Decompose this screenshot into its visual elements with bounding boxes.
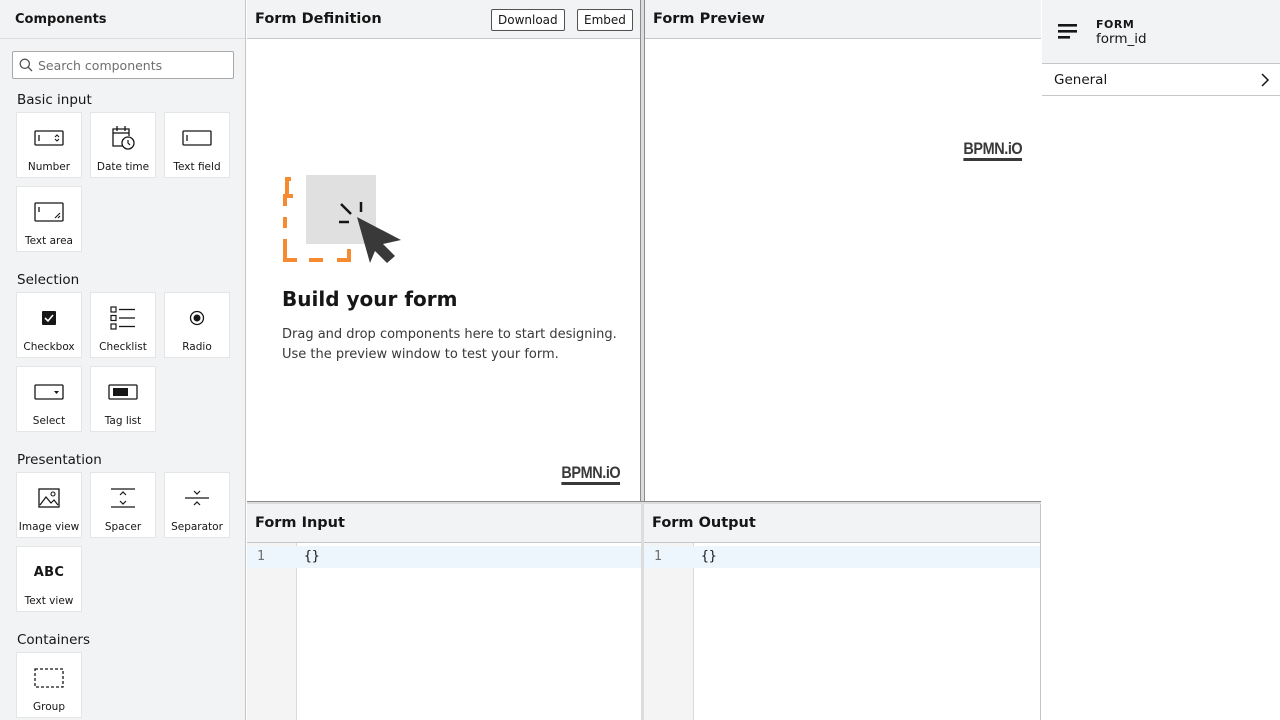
checklist-icon — [110, 306, 135, 330]
palette-item-label: Select — [32, 415, 66, 427]
textarea-icon — [34, 202, 64, 222]
code-text: {} — [701, 549, 717, 564]
palette-item-textview[interactable]: ABC Text view — [16, 546, 82, 612]
palette-item-label: Radio — [182, 341, 212, 353]
palette-item-label: Text field — [173, 161, 221, 173]
textfield-icon — [182, 130, 212, 146]
component-palette: Components Basic input Number Date time … — [0, 0, 246, 720]
form-output-panel: Form Output 1 {} — [644, 504, 1041, 720]
empty-state-line-2: Use the preview window to test your form… — [282, 347, 559, 362]
datetime-icon — [112, 126, 135, 150]
preview-title: Form Preview — [653, 11, 765, 27]
empty-state-line-1: Drag and drop components here to start d… — [282, 327, 617, 342]
palette-item-label: Text area — [25, 235, 73, 247]
palette-item-label: Checkbox — [23, 341, 75, 353]
form-preview-panel: Form Preview BPMN.iO — [644, 0, 1041, 502]
palette-item-label: Tag list — [104, 415, 142, 427]
checkbox-icon — [42, 311, 56, 325]
number-icon — [34, 130, 64, 146]
palette-item-label: Text view — [24, 595, 74, 607]
palette-item-textarea[interactable]: Text area — [16, 186, 82, 252]
chevron-right-icon — [1261, 73, 1270, 87]
palette-item-separator[interactable]: Separator — [164, 472, 230, 538]
select-icon — [34, 384, 64, 400]
output-title: Form Output — [652, 515, 756, 531]
output-editor[interactable]: 1 {} — [644, 543, 1040, 720]
form-canvas[interactable] — [247, 39, 640, 502]
taglist-icon — [108, 384, 138, 400]
palette-item-label: Group — [33, 701, 65, 713]
line-gutter — [644, 543, 694, 720]
input-editor[interactable]: 1 {} — [247, 543, 641, 720]
code-text[interactable]: {} — [304, 549, 320, 564]
palette-item-textfield[interactable]: Text field — [164, 112, 230, 178]
image-icon — [38, 488, 60, 508]
group-title-presentation: Presentation — [17, 452, 102, 468]
element-type: FORM — [1096, 18, 1135, 31]
group-title-basic-input: Basic input — [17, 92, 92, 108]
line-number: 1 — [257, 549, 265, 564]
search-box[interactable] — [12, 51, 234, 79]
palette-title: Components — [0, 0, 245, 39]
line-number: 1 — [654, 549, 662, 564]
palette-item-radio[interactable]: Radio — [164, 292, 230, 358]
preview-header: Form Preview — [645, 0, 1041, 39]
bpmn-io-logo[interactable]: BPMN.iO — [963, 140, 1022, 161]
definition-header: Form Definition Download Embed — [247, 0, 640, 39]
palette-item-label: Separator — [171, 521, 223, 533]
group-title-containers: Containers — [17, 632, 91, 648]
palette-item-checkbox[interactable]: Checkbox — [16, 292, 82, 358]
palette-item-taglist[interactable]: Tag list — [90, 366, 156, 432]
download-button[interactable]: Download — [491, 9, 565, 31]
palette-item-select[interactable]: Select — [16, 366, 82, 432]
radio-icon — [189, 310, 205, 326]
palette-item-imageview[interactable]: Image view — [16, 472, 82, 538]
palette-item-label: Number — [27, 161, 71, 173]
group-title-selection: Selection — [17, 272, 80, 288]
search-input[interactable] — [38, 57, 228, 73]
palette-item-label: Checklist — [99, 341, 147, 353]
textview-icon: ABC — [33, 564, 65, 580]
palette-item-spacer[interactable]: Spacer — [90, 472, 156, 538]
form-icon — [1058, 24, 1077, 39]
output-header: Form Output — [644, 504, 1040, 543]
form-definition-panel: Form Definition Download Embed Build you… — [247, 0, 641, 502]
palette-item-label: Image view — [18, 521, 80, 533]
group-label: General — [1054, 71, 1108, 88]
group-icon — [34, 668, 64, 688]
palette-item-label: Date time — [96, 161, 150, 173]
search-icon — [19, 58, 33, 72]
line-gutter — [247, 543, 297, 720]
palette-item-datetime[interactable]: Date time — [90, 112, 156, 178]
input-header: Form Input — [247, 504, 641, 543]
definition-title: Form Definition — [255, 11, 382, 27]
form-input-panel: Form Input 1 {} — [247, 504, 641, 720]
palette-item-number[interactable]: Number — [16, 112, 82, 178]
properties-group-general[interactable]: General — [1042, 64, 1280, 96]
embed-button[interactable]: Embed — [577, 9, 633, 31]
palette-item-checklist[interactable]: Checklist — [90, 292, 156, 358]
element-id: form_id — [1096, 31, 1147, 47]
separator-icon — [185, 490, 209, 506]
spacer-icon — [111, 488, 135, 508]
properties-header: FORM form_id — [1042, 0, 1280, 64]
drag-drop-illustration-icon — [283, 175, 401, 263]
palette-item-label: Spacer — [104, 521, 142, 533]
properties-panel: FORM form_id General — [1042, 0, 1280, 720]
bpmn-io-logo[interactable]: BPMN.iO — [561, 464, 620, 485]
empty-state-title: Build your form — [282, 287, 458, 311]
input-title: Form Input — [255, 515, 345, 531]
palette-item-group[interactable]: Group — [16, 652, 82, 718]
